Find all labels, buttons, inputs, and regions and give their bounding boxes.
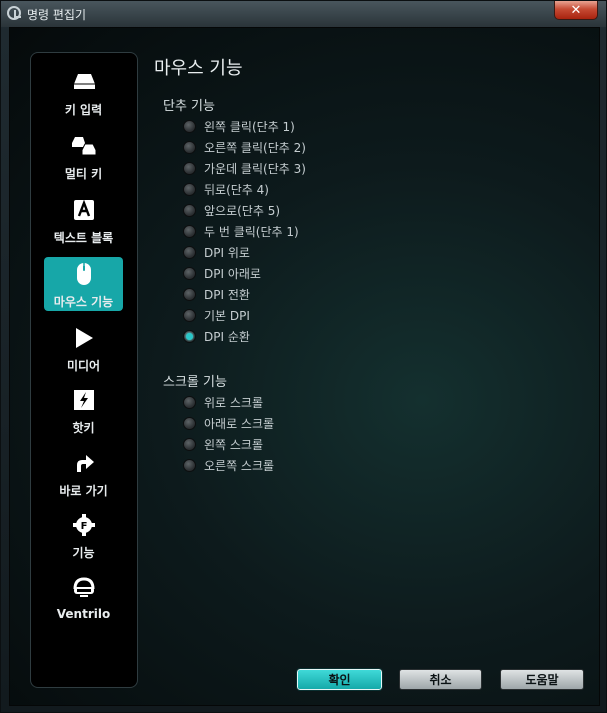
radio-label: DPI 위로: [204, 245, 250, 260]
window-title: 명령 편집기: [27, 8, 87, 22]
radio-label: 오른쪽 스크롤: [204, 458, 275, 473]
sidebar-item-label: 핫키: [72, 421, 95, 435]
sidebar-item-mouse-function[interactable]: 마우스 기능: [44, 257, 123, 311]
radio-option[interactable]: 오른쪽 스크롤: [183, 456, 274, 474]
radio-button[interactable]: [183, 395, 196, 409]
radio-button[interactable]: [183, 161, 196, 175]
sidebar-item-label: 바로 가기: [59, 484, 108, 498]
text-block-icon: [71, 197, 97, 223]
ok-button[interactable]: 확인: [296, 668, 383, 691]
help-button[interactable]: 도움말: [500, 669, 584, 690]
title-bar[interactable]: 명령 편집기 ✕: [1, 1, 606, 27]
sidebar-item-keystroke[interactable]: 키 입력: [44, 65, 123, 119]
sidebar-item-shortcut[interactable]: 바로 가기: [44, 446, 123, 500]
radio-option-selected[interactable]: DPI 순환: [183, 327, 250, 345]
radio-button[interactable]: [183, 458, 196, 472]
sidebar-item-function[interactable]: F 기능: [44, 508, 123, 562]
sidebar-item-label: 키 입력: [64, 103, 103, 117]
radio-button[interactable]: [183, 287, 196, 301]
radio-option[interactable]: 가운데 클릭(단추 3): [183, 159, 306, 177]
radio-button[interactable]: [183, 119, 196, 133]
radio-label: 두 번 클릭(단추 1): [204, 224, 299, 239]
radio-button[interactable]: [183, 308, 196, 322]
radio-option[interactable]: 왼쪽 클릭(단추 1): [183, 117, 295, 135]
dialog-client-area: 키 입력 멀티 키 텍스트 블록 마우스 기능 미디어 핫키 바로 가기 F 기…: [9, 27, 600, 706]
radio-option[interactable]: 왼쪽 스크롤: [183, 435, 263, 453]
radio-option[interactable]: 오른쪽 클릭(단추 2): [183, 138, 306, 156]
radio-label: DPI 아래로: [204, 266, 261, 281]
multikey-icon: [71, 133, 97, 159]
headset-icon: [71, 575, 97, 601]
sidebar-item-text-block[interactable]: 텍스트 블록: [44, 193, 123, 247]
key-icon: [71, 69, 97, 95]
mouse-icon: [71, 261, 97, 287]
function-gear-icon: F: [71, 512, 97, 538]
radio-button[interactable]: [183, 203, 196, 217]
radio-option[interactable]: 기본 DPI: [183, 306, 250, 324]
radio-label: 오른쪽 클릭(단추 2): [204, 140, 306, 155]
page-title: 마우스 기능: [154, 58, 243, 79]
radio-option[interactable]: 두 번 클릭(단추 1): [183, 222, 299, 240]
radio-label: 앞으로(단추 5): [204, 203, 281, 218]
sidebar-item-label: 기능: [72, 546, 95, 560]
radio-button[interactable]: [183, 266, 196, 280]
hotkey-icon: [71, 387, 97, 413]
sidebar-item-label: 텍스트 블록: [53, 231, 114, 245]
play-icon: [71, 325, 97, 351]
sidebar-item-multikey[interactable]: 멀티 키: [44, 129, 123, 183]
radio-label: 가운데 클릭(단추 3): [204, 161, 306, 176]
sidebar-item-label: 멀티 키: [64, 167, 103, 181]
sidebar-item-hotkey[interactable]: 핫키: [44, 383, 123, 437]
radio-option[interactable]: DPI 위로: [183, 243, 250, 261]
radio-label: 기본 DPI: [204, 308, 250, 323]
radio-option[interactable]: 아래로 스크롤: [183, 414, 274, 432]
button-functions-heading: 단추 기능: [163, 99, 215, 114]
radio-option[interactable]: 뒤로(단추 4): [183, 180, 269, 198]
radio-label: DPI 순환: [204, 329, 250, 344]
radio-option[interactable]: DPI 아래로: [183, 264, 261, 282]
radio-label: 왼쪽 스크롤: [204, 437, 264, 452]
shortcut-arrow-icon: [71, 450, 97, 476]
radio-button[interactable]: [183, 437, 196, 451]
sidebar-item-media[interactable]: 미디어: [44, 321, 123, 375]
radio-label: 아래로 스크롤: [204, 416, 275, 431]
sidebar-item-label: Ventrilo: [56, 607, 111, 621]
sidebar-item-label: 미디어: [66, 359, 101, 373]
radio-label: 위로 스크롤: [204, 395, 264, 410]
radio-option[interactable]: DPI 전환: [183, 285, 250, 303]
category-sidebar: 키 입력 멀티 키 텍스트 블록 마우스 기능 미디어 핫키 바로 가기 F 기…: [30, 52, 138, 688]
radio-label: 왼쪽 클릭(단추 1): [204, 119, 295, 134]
radio-button[interactable]: [183, 182, 196, 196]
radio-button-checked[interactable]: [183, 329, 196, 343]
command-editor-window: 명령 편집기 ✕ 키 입력 멀티 키 텍스트 블록 마우스 기능 미디어 핫키 …: [0, 0, 607, 713]
sidebar-item-label: 마우스 기능: [53, 295, 114, 309]
radio-label: DPI 전환: [204, 287, 250, 302]
svg-text:F: F: [80, 521, 87, 532]
scroll-functions-heading: 스크롤 기능: [163, 375, 227, 390]
logitech-logo-icon: [7, 6, 21, 20]
cancel-button[interactable]: 취소: [399, 669, 482, 690]
radio-option[interactable]: 앞으로(단추 5): [183, 201, 280, 219]
radio-button[interactable]: [183, 245, 196, 259]
sidebar-item-ventrilo[interactable]: Ventrilo: [44, 571, 123, 625]
close-button[interactable]: ✕: [554, 1, 598, 20]
radio-button[interactable]: [183, 416, 196, 430]
radio-option[interactable]: 위로 스크롤: [183, 393, 263, 411]
radio-label: 뒤로(단추 4): [204, 182, 269, 197]
radio-button[interactable]: [183, 140, 196, 154]
radio-button[interactable]: [183, 224, 196, 238]
